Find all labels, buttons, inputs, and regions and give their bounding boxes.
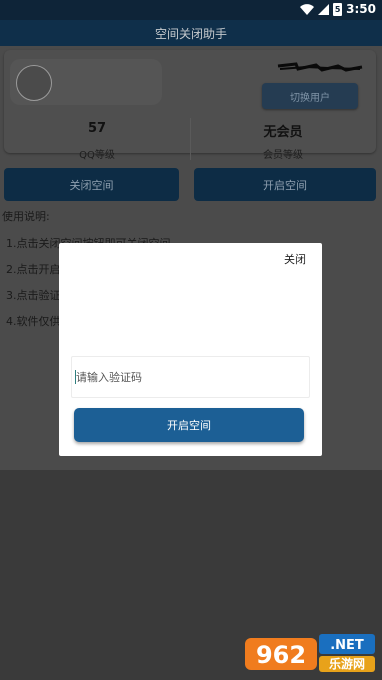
app-title-bar: 空间关闭助手 [0, 20, 382, 46]
signal-icon [318, 3, 330, 15]
watermark-logo: 962 .NET 乐游网 [245, 634, 375, 672]
status-bar: 5 3:50 [0, 0, 382, 20]
qq-level-label: QQ等级 [79, 150, 115, 161]
avatar-container [10, 59, 162, 105]
close-space-button[interactable]: 关闭空间 [4, 168, 179, 201]
battery-icon: 5 [333, 2, 343, 16]
verification-code-container [71, 356, 310, 398]
text-cursor [75, 370, 76, 384]
profile-card: 切换用户 57 QQ等级 无会员 会员等级 [4, 50, 376, 161]
avatar[interactable] [16, 65, 52, 101]
dialog-close-button[interactable]: 关闭 [282, 249, 308, 269]
watermark-site: 乐游网 [329, 656, 365, 671]
qq-level-value: 57 [87, 121, 107, 136]
member-level-label: 会员等级 [263, 150, 303, 161]
watermark-number: 962 [256, 641, 306, 669]
battery-badge: 5 [334, 4, 341, 14]
status-time: 3:50 [346, 2, 376, 16]
app-title: 空间关闭助手 [154, 26, 227, 41]
username-redacted-scribble [277, 62, 363, 72]
verification-dialog: 关闭 开启空间 [59, 243, 322, 456]
switch-user-button[interactable]: 切换用户 [262, 83, 358, 109]
instructions-heading: 使用说明: [2, 210, 50, 223]
verification-code-input[interactable] [72, 357, 309, 397]
instruction-line: 4.软件仅供 [6, 315, 61, 328]
instruction-line: 2.点击开启 [6, 263, 61, 276]
wifi-icon [300, 3, 315, 15]
dialog-open-space-button[interactable]: 开启空间 [74, 408, 304, 442]
watermark-net: .NET [330, 638, 364, 653]
open-space-button[interactable]: 开启空间 [194, 168, 376, 201]
instruction-line: 3.点击验证 [6, 289, 61, 302]
member-level-value: 无会员 [263, 125, 303, 140]
